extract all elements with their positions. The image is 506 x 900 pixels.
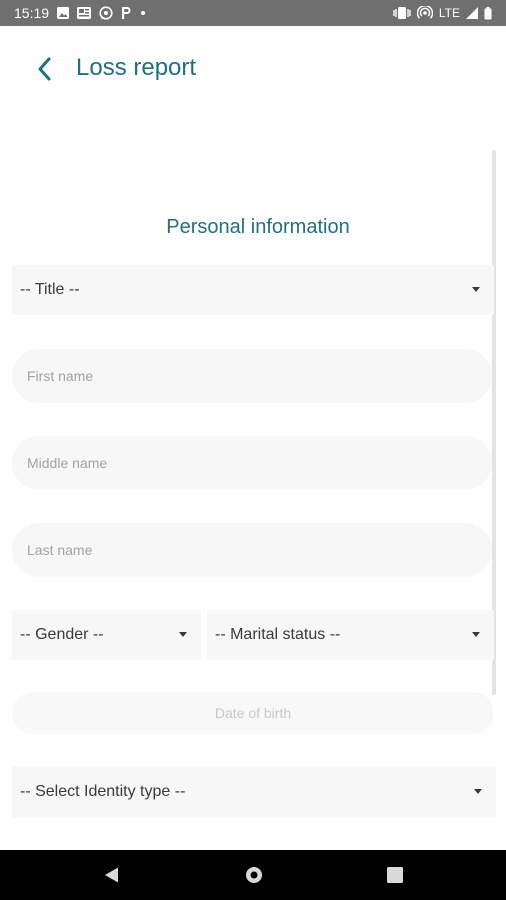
gender-select-value: -- Gender --: [20, 626, 104, 643]
middle-name-field[interactable]: [12, 436, 492, 490]
whatsapp-icon: [99, 6, 113, 20]
identity-type-select-value: -- Select Identity type --: [20, 783, 186, 800]
hotspot-icon: [416, 6, 433, 19]
dropdown-arrow-icon: [474, 789, 482, 794]
chevron-left-icon: [38, 57, 51, 81]
status-left: 15:19: [14, 5, 146, 21]
date-of-birth-placeholder: Date of birth: [214, 705, 292, 721]
section-title: Personal information: [166, 216, 350, 238]
first-name-field[interactable]: [12, 349, 492, 403]
nav-home-button[interactable]: [244, 865, 264, 885]
back-triangle-icon: [105, 867, 118, 883]
marital-status-select[interactable]: -- Marital status --: [207, 610, 494, 660]
page-title: Loss report: [76, 54, 197, 81]
dropdown-arrow-icon: [472, 632, 480, 637]
dot-icon: [141, 11, 146, 15]
dropdown-arrow-icon: [472, 287, 480, 292]
vibrate-icon: [393, 7, 411, 19]
home-circle-icon: [246, 867, 262, 883]
gallery-icon: [57, 7, 70, 19]
battery-icon: [484, 6, 492, 19]
date-of-birth-field[interactable]: Date of birth: [12, 692, 494, 734]
app-bar: Loss report: [0, 26, 506, 112]
status-right: LTE: [393, 6, 492, 20]
news-icon: [77, 7, 92, 19]
status-bar: 15:19 LTE: [0, 0, 506, 26]
p-icon: [122, 7, 131, 19]
nav-back-button[interactable]: [102, 865, 122, 885]
signal-icon: [466, 7, 478, 19]
status-time: 15:19: [14, 5, 50, 21]
system-nav-bar: [0, 850, 506, 900]
identity-type-select[interactable]: -- Select Identity type --: [12, 766, 496, 818]
title-select[interactable]: -- Title --: [12, 265, 494, 315]
recents-square-icon: [387, 867, 403, 883]
back-button[interactable]: [30, 54, 58, 84]
gender-select[interactable]: -- Gender --: [12, 610, 201, 660]
title-select-value: -- Title --: [20, 281, 80, 298]
network-type-label: LTE: [438, 6, 460, 20]
dropdown-arrow-icon: [179, 632, 187, 637]
last-name-field[interactable]: [12, 523, 492, 577]
marital-status-select-value: -- Marital status --: [215, 626, 341, 643]
nav-recents-button[interactable]: [386, 866, 404, 884]
